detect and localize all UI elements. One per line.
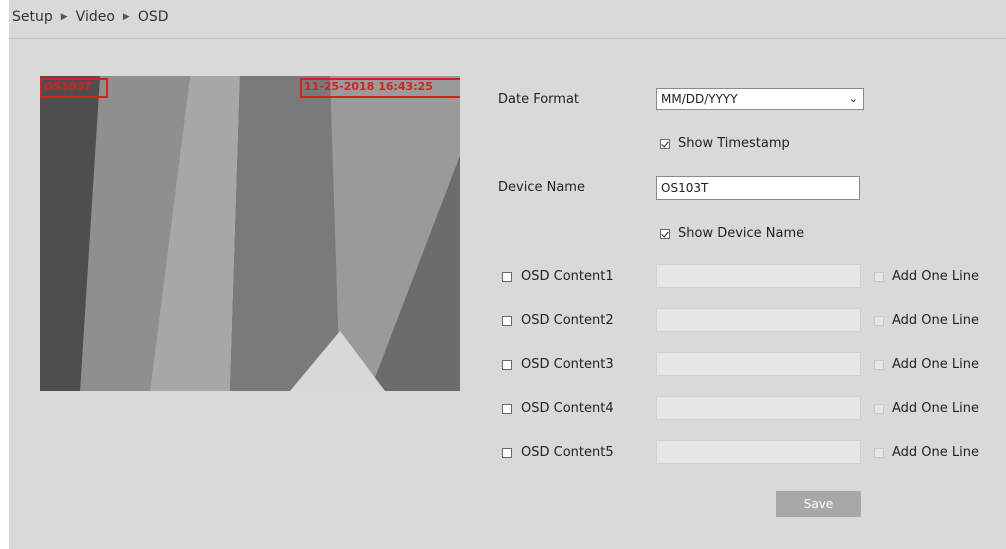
osd-content-3-add-line: Add One Line bbox=[874, 357, 979, 372]
header-divider bbox=[9, 38, 1006, 39]
osd-content-2-input[interactable] bbox=[656, 308, 861, 332]
osd-content-3-row: OSD Content3 bbox=[502, 357, 614, 372]
chevron-down-icon: ⌄ bbox=[848, 92, 858, 105]
osd-content-5-checkbox[interactable] bbox=[502, 447, 512, 458]
osd-content-4-label: OSD Content4 bbox=[521, 401, 614, 416]
osd-content-4-row: OSD Content4 bbox=[502, 401, 614, 416]
osd-content-3-add-line-checkbox[interactable] bbox=[874, 359, 884, 370]
osd-content-4-checkbox[interactable] bbox=[502, 403, 512, 414]
date-format-label: Date Format bbox=[498, 92, 580, 107]
osd-content-2-row: OSD Content2 bbox=[502, 313, 614, 328]
osd-content-1-row: OSD Content1 bbox=[502, 269, 614, 284]
video-preview: OS103T 11-25-2018 16:43:25 bbox=[40, 76, 460, 391]
device-name-label: Device Name bbox=[498, 180, 585, 195]
osd-content-3-add-line-label: Add One Line bbox=[892, 357, 979, 372]
breadcrumb-osd: OSD bbox=[137, 9, 169, 25]
osd-content-5-add-line-checkbox[interactable] bbox=[874, 447, 884, 458]
osd-content-3-input[interactable] bbox=[656, 352, 861, 376]
osd-content-3-checkbox[interactable] bbox=[502, 359, 512, 370]
osd-content-5-add-line: Add One Line bbox=[874, 445, 979, 460]
osd-content-2-add-line-checkbox[interactable] bbox=[874, 315, 884, 326]
osd-content-1-add-line-label: Add One Line bbox=[892, 269, 979, 284]
osd-content-1-label: OSD Content1 bbox=[521, 269, 614, 284]
osd-content-5-label: OSD Content5 bbox=[521, 445, 614, 460]
osd-content-1-input[interactable] bbox=[656, 264, 861, 288]
preview-image bbox=[40, 76, 460, 391]
show-device-name-label: Show Device Name bbox=[678, 226, 805, 241]
osd-content-4-add-line-label: Add One Line bbox=[892, 401, 979, 416]
show-timestamp-label: Show Timestamp bbox=[678, 136, 790, 151]
breadcrumb-setup[interactable]: Setup bbox=[12, 9, 53, 25]
osd-content-5-input[interactable] bbox=[656, 440, 861, 464]
triangle-right-icon: ▶ bbox=[122, 12, 130, 22]
save-button[interactable]: Save bbox=[776, 491, 861, 517]
show-timestamp-row: Show Timestamp bbox=[660, 136, 790, 151]
osd-content-2-add-line: Add One Line bbox=[874, 313, 979, 328]
show-device-name-row: Show Device Name bbox=[660, 226, 804, 241]
show-device-name-checkbox[interactable] bbox=[660, 228, 670, 239]
date-format-value: MM/DD/YYYY bbox=[661, 92, 738, 106]
osd-content-2-checkbox[interactable] bbox=[502, 315, 512, 326]
osd-content-4-add-line: Add One Line bbox=[874, 401, 979, 416]
osd-content-4-input[interactable] bbox=[656, 396, 861, 420]
osd-content-3-label: OSD Content3 bbox=[521, 357, 614, 372]
osd-content-5-row: OSD Content5 bbox=[502, 445, 614, 460]
osd-content-4-add-line-checkbox[interactable] bbox=[874, 403, 884, 414]
breadcrumb-video[interactable]: Video bbox=[76, 9, 115, 25]
osd-content-2-add-line-label: Add One Line bbox=[892, 313, 979, 328]
breadcrumb: Setup ▶ Video ▶ OSD bbox=[12, 9, 169, 25]
osd-device-name-overlay[interactable]: OS103T bbox=[40, 78, 108, 98]
osd-content-2-label: OSD Content2 bbox=[521, 313, 614, 328]
date-format-select[interactable]: MM/DD/YYYY ⌄ bbox=[656, 88, 864, 110]
show-timestamp-checkbox[interactable] bbox=[660, 138, 670, 149]
device-name-input[interactable]: OS103T bbox=[656, 176, 860, 200]
osd-content-1-checkbox[interactable] bbox=[502, 271, 512, 282]
triangle-right-icon: ▶ bbox=[60, 12, 68, 22]
osd-content-1-add-line-checkbox[interactable] bbox=[874, 271, 884, 282]
osd-content-5-add-line-label: Add One Line bbox=[892, 445, 979, 460]
osd-content-1-add-line: Add One Line bbox=[874, 269, 979, 284]
osd-timestamp-overlay[interactable]: 11-25-2018 16:43:25 bbox=[300, 78, 460, 98]
